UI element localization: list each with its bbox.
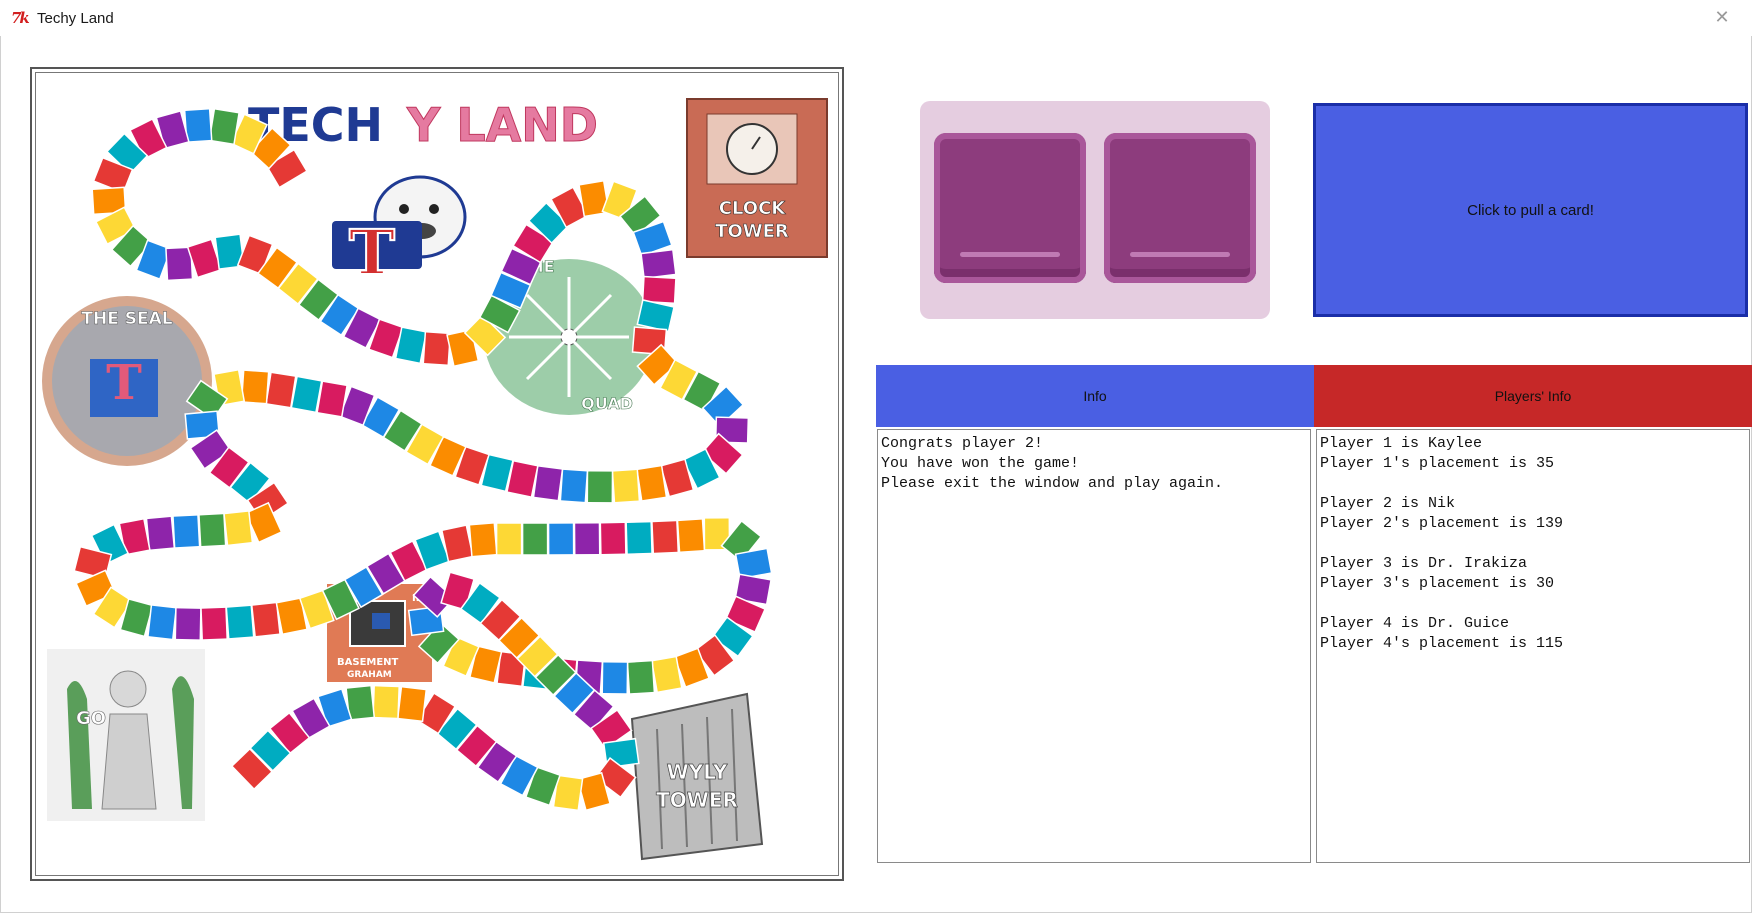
board-space bbox=[532, 464, 564, 502]
clock-tower-label-2: TOWER bbox=[715, 221, 789, 242]
board-space bbox=[599, 521, 627, 556]
title-bar: 7k Techy Land ✕ bbox=[0, 0, 1752, 36]
board-space bbox=[601, 660, 629, 695]
board-space bbox=[147, 604, 178, 641]
go-statue-landmark: GO bbox=[47, 649, 205, 821]
player-line bbox=[1320, 534, 1746, 554]
die-2[interactable] bbox=[1104, 133, 1256, 283]
game-board: CLOCK TOWER T THE SEAL THE QUAD IN bbox=[30, 67, 844, 881]
tab-players-label: Players' Info bbox=[1494, 388, 1572, 404]
board-space bbox=[586, 469, 614, 504]
board-space bbox=[396, 685, 428, 723]
the-seal-label: THE SEAL bbox=[81, 309, 172, 329]
board-space bbox=[198, 512, 227, 548]
board-canvas[interactable]: CLOCK TOWER T THE SEAL THE QUAD IN bbox=[32, 69, 842, 879]
bulldog-mascot-icon: T bbox=[332, 175, 467, 290]
board-space bbox=[559, 468, 589, 504]
seal-letter: T bbox=[106, 355, 142, 411]
quad-label-2: QUAD bbox=[581, 394, 633, 413]
board-space bbox=[223, 510, 254, 547]
basement-label-graham: GRAHAM bbox=[347, 670, 392, 680]
board-space bbox=[290, 375, 323, 414]
player-line bbox=[1320, 474, 1746, 494]
go-label: GO bbox=[76, 708, 106, 729]
board-space bbox=[651, 519, 680, 555]
board-space bbox=[200, 606, 228, 641]
board-space bbox=[165, 246, 194, 282]
player-line bbox=[1320, 594, 1746, 614]
board-space bbox=[172, 514, 201, 549]
info-line: Please exit the window and play again. bbox=[881, 475, 1224, 492]
board-space bbox=[422, 330, 452, 367]
board-space bbox=[208, 107, 240, 146]
tab-info-label: Info bbox=[1083, 388, 1107, 404]
die-1[interactable] bbox=[934, 133, 1086, 283]
board-space bbox=[394, 326, 428, 365]
dice-panel[interactable] bbox=[920, 101, 1270, 319]
close-button[interactable]: ✕ bbox=[1712, 8, 1732, 28]
board-space bbox=[174, 606, 202, 641]
player-line: Player 1's placement is 35 bbox=[1320, 455, 1555, 472]
wyly-label-2: TOWER bbox=[656, 788, 738, 812]
board-space bbox=[676, 517, 706, 554]
player-line: Player 3's placement is 30 bbox=[1320, 575, 1555, 592]
window-title: Techy Land bbox=[37, 9, 114, 27]
player-line: Player 3 is Dr. Irakiza bbox=[1320, 555, 1528, 572]
board-space bbox=[495, 522, 523, 556]
pull-card-label: Click to pull a card! bbox=[1467, 201, 1594, 219]
info-line: You have won the game! bbox=[881, 455, 1080, 472]
board-space bbox=[640, 248, 677, 280]
board-space bbox=[625, 520, 653, 555]
board-space bbox=[636, 464, 668, 502]
player-line: Player 1 is Kaylee bbox=[1320, 435, 1483, 452]
pull-card-button[interactable]: Click to pull a card! bbox=[1313, 103, 1748, 317]
board-space bbox=[641, 275, 677, 305]
board-space bbox=[468, 522, 498, 558]
board-space bbox=[573, 521, 601, 556]
board-space bbox=[626, 659, 656, 695]
players-info-text-area[interactable]: Player 1 is Kaylee Player 1's placement … bbox=[1316, 429, 1750, 863]
board-space bbox=[240, 369, 270, 405]
tab-info[interactable]: Info bbox=[876, 365, 1314, 427]
board-space bbox=[650, 655, 683, 694]
tk-app-icon: 7k bbox=[11, 9, 30, 27]
board-space bbox=[225, 604, 255, 640]
wyly-label-1: WYLY bbox=[667, 760, 728, 784]
wyly-tower-landmark: WYLY TOWER bbox=[630, 692, 764, 861]
board-space bbox=[521, 522, 549, 556]
player-line: Player 4 is Dr. Guice bbox=[1320, 615, 1510, 632]
player-line: Player 2 is Nik bbox=[1320, 495, 1456, 512]
board-space bbox=[611, 468, 641, 504]
board-space bbox=[265, 371, 297, 409]
info-text-area[interactable]: Congrats player 2! You have won the game… bbox=[877, 429, 1311, 863]
clock-tower-label-1: CLOCK bbox=[719, 198, 787, 219]
basement-label: BASEMENT bbox=[337, 657, 399, 668]
clock-tower-landmark: CLOCK TOWER bbox=[686, 98, 828, 258]
player-line: Player 4's placement is 115 bbox=[1320, 635, 1564, 652]
t-letter-icon: T bbox=[349, 216, 395, 289]
board-space bbox=[547, 522, 575, 556]
logo-text-yland: Y LAND bbox=[406, 98, 598, 152]
the-seal-landmark: T THE SEAL bbox=[42, 296, 212, 466]
board-space bbox=[145, 515, 176, 552]
board-space bbox=[372, 684, 400, 720]
board-space bbox=[183, 107, 213, 144]
player-line: Player 2's placement is 139 bbox=[1320, 515, 1564, 532]
board-space bbox=[250, 601, 281, 638]
board-space bbox=[316, 380, 348, 418]
techy-land-logo: TECH Y LAND bbox=[248, 98, 598, 153]
tab-players-info[interactable]: Players' Info bbox=[1314, 365, 1752, 427]
info-line: Congrats player 2! bbox=[881, 435, 1044, 452]
